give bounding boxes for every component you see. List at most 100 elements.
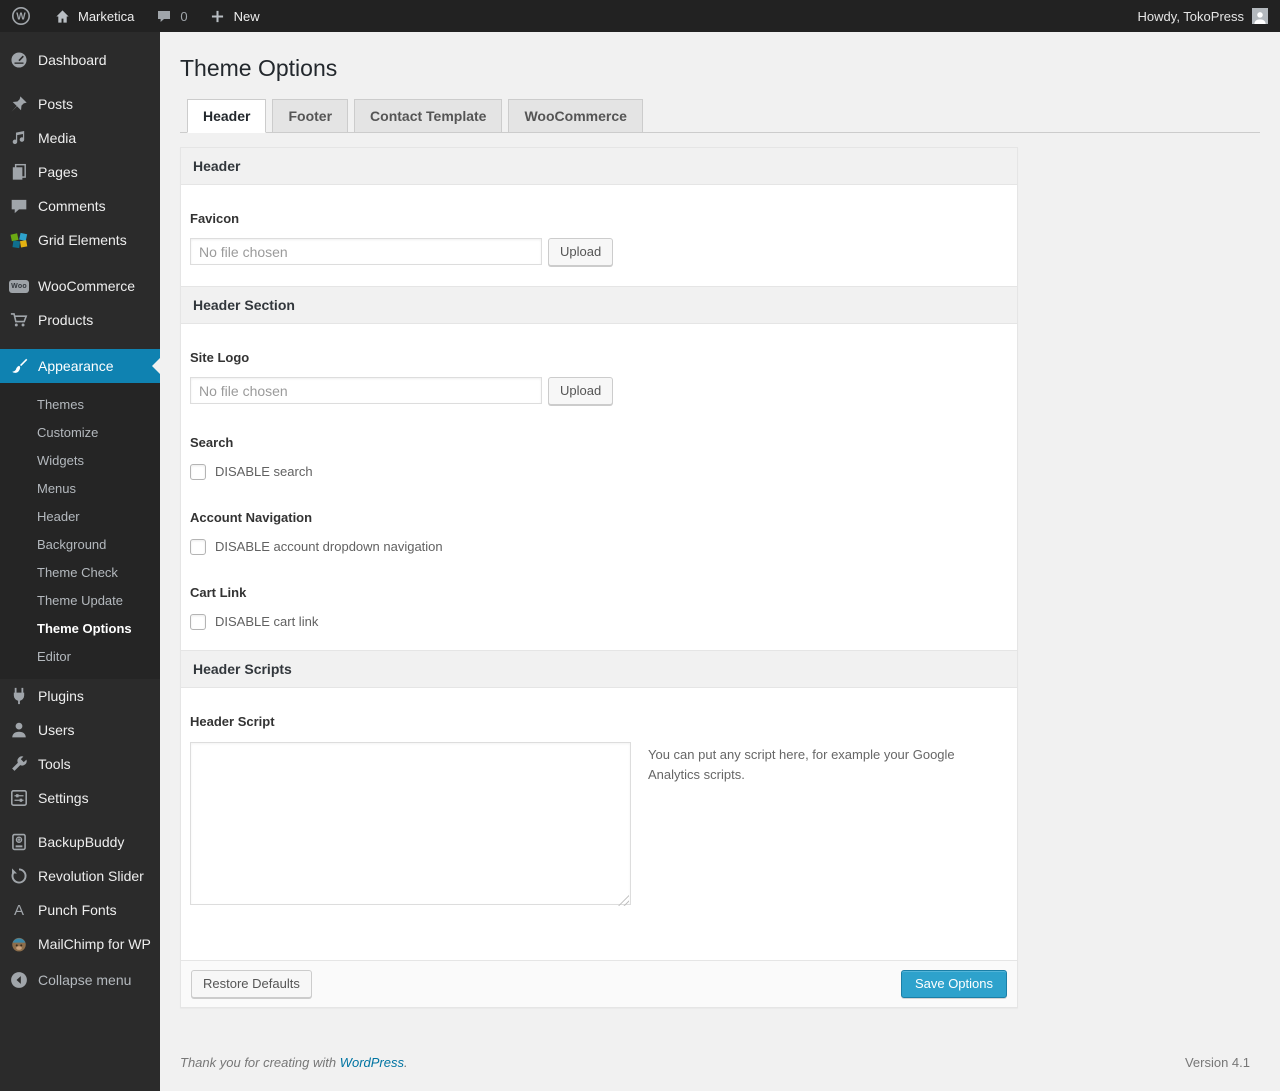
sidebar-item-label: Users [38,722,75,738]
sidebar-item-label: Media [38,130,77,146]
sidebar-item-label: Settings [38,790,89,806]
submenu-item-theme-update[interactable]: Theme Update [0,586,160,614]
disable-search-row: DISABLE search [190,463,1008,480]
site-logo-file-input[interactable] [190,377,542,405]
sidebar-item-label: Pages [38,164,78,180]
disable-search-label: DISABLE search [215,464,313,480]
sidebar-item-grid-elements[interactable]: Grid Elements [0,223,160,257]
admin-bar-site-link[interactable]: Marketica [42,0,144,32]
header-script-hint: You can put any script here, for example… [648,746,955,783]
admin-sidebar: Dashboard Posts Media Pages Comments Gri… [0,32,160,1091]
cart-link-label: Cart Link [190,584,247,600]
sidebar-item-label: BackupBuddy [38,834,125,850]
submenu-item-background[interactable]: Background [0,530,160,558]
tab-footer[interactable]: Footer [272,98,349,133]
disable-cart-label: DISABLE cart link [215,614,319,630]
sidebar-item-backupbuddy[interactable]: BackupBuddy [0,825,160,859]
mailchimp-icon [9,935,29,953]
howdy-text: Howdy, TokoPress [1137,8,1244,24]
sidebar-item-revolution-slider[interactable]: Revolution Slider [0,859,160,893]
sidebar-item-tools[interactable]: Tools [0,747,160,781]
submenu-item-editor[interactable]: Editor [0,642,160,670]
sidebar-item-media[interactable]: Media [0,121,160,155]
brush-icon [9,357,29,375]
sidebar-item-label: Tools [38,756,71,772]
sidebar-item-plugins[interactable]: Plugins [0,679,160,713]
sidebar-item-collapse-menu[interactable]: Collapse menu [0,963,160,997]
sidebar-item-products[interactable]: Products [0,303,160,337]
disable-account-checkbox[interactable] [190,538,206,555]
backup-drive-icon [9,833,29,851]
comment-icon [9,197,29,215]
user-icon [9,721,29,739]
wordpress-logo-icon: W [11,6,31,26]
admin-footer: Thank you for creating with WordPress. V… [180,1055,1260,1070]
search-label: Search [190,434,234,450]
favicon-file-row: Upload [190,237,1008,266]
admin-bar-account-menu[interactable]: Howdy, TokoPress [1126,8,1280,24]
tab-woocommerce[interactable]: WooCommerce [508,98,643,133]
page-title: Theme Options [180,55,338,81]
sidebar-item-label: Grid Elements [38,232,127,248]
admin-bar-site-name: Marketica [78,8,135,24]
sidebar-item-label: WooCommerce [38,278,135,294]
favicon-file-input[interactable] [190,238,542,266]
sidebar-item-label: Revolution Slider [38,868,144,884]
submenu-item-menus[interactable]: Menus [0,474,160,502]
grid-elements-icon [9,231,29,249]
menu-separator [0,337,160,349]
plus-icon [208,10,228,23]
tab-contact-template[interactable]: Contact Template [354,98,503,133]
submenu-item-header[interactable]: Header [0,502,160,530]
site-logo-upload-button[interactable]: Upload [548,376,614,405]
header-script-box [190,741,631,910]
pin-icon [9,95,29,113]
site-logo-file-row: Upload [190,376,1008,405]
disable-account-label: DISABLE account dropdown navigation [215,539,443,555]
header-script-label: Header Script [190,713,275,729]
sidebar-item-label: Dashboard [38,52,107,68]
home-icon [52,9,72,24]
collapse-arrow-icon [9,971,29,989]
disable-cart-checkbox[interactable] [190,613,206,630]
sidebar-item-posts[interactable]: Posts [0,87,160,121]
woo-badge-icon: Woo [9,279,29,293]
sidebar-item-label: Appearance [38,358,114,374]
wordpress-logo-button[interactable]: W [0,0,42,32]
sidebar-item-mailchimp[interactable]: MailChimp for WP [0,927,160,961]
sidebar-item-label: Plugins [38,688,84,704]
submenu-item-theme-check[interactable]: Theme Check [0,558,160,586]
save-options-button[interactable]: Save Options [900,969,1007,998]
admin-bar-new-button[interactable]: New [198,0,270,32]
favicon-label: Favicon [190,210,240,226]
disable-search-checkbox[interactable] [190,463,206,480]
plug-icon [9,687,29,705]
sidebar-item-pages[interactable]: Pages [0,155,160,189]
wrench-icon [9,755,29,773]
footer-version: Version 4.1 [1184,1054,1250,1070]
submenu-item-customize[interactable]: Customize [0,418,160,446]
section-header-body: Favicon Upload [181,211,1017,286]
sidebar-item-dashboard[interactable]: Dashboard [0,43,160,77]
submenu-item-themes[interactable]: Themes [0,390,160,418]
sidebar-item-woocommerce[interactable]: Woo WooCommerce [0,269,160,303]
submenu-item-theme-options[interactable]: Theme Options [0,614,160,642]
wordpress-link[interactable]: WordPress [340,1055,404,1070]
tab-header[interactable]: Header [187,98,267,133]
submenu-item-widgets[interactable]: Widgets [0,446,160,474]
sidebar-item-punch-fonts[interactable]: A Punch Fonts [0,893,160,927]
account-navigation-label: Account Navigation [190,509,313,525]
sidebar-item-settings[interactable]: Settings [0,781,160,815]
main-content: Theme Options Header Footer Contact Temp… [160,32,1280,1091]
comment-count: 0 [180,8,188,24]
restore-defaults-button[interactable]: Restore Defaults [191,969,312,998]
theme-options-tabs: Header Footer Contact Template WooCommer… [180,98,1260,133]
header-script-textarea[interactable] [190,741,631,905]
section-header-area-title: Header Section [181,285,1017,324]
sidebar-item-appearance[interactable]: Appearance [0,349,160,383]
sidebar-item-comments[interactable]: Comments [0,189,160,223]
favicon-upload-button[interactable]: Upload [548,237,614,266]
sidebar-item-users[interactable]: Users [0,713,160,747]
admin-bar-comments-button[interactable]: 0 [144,0,197,32]
settings-icon [9,789,29,807]
